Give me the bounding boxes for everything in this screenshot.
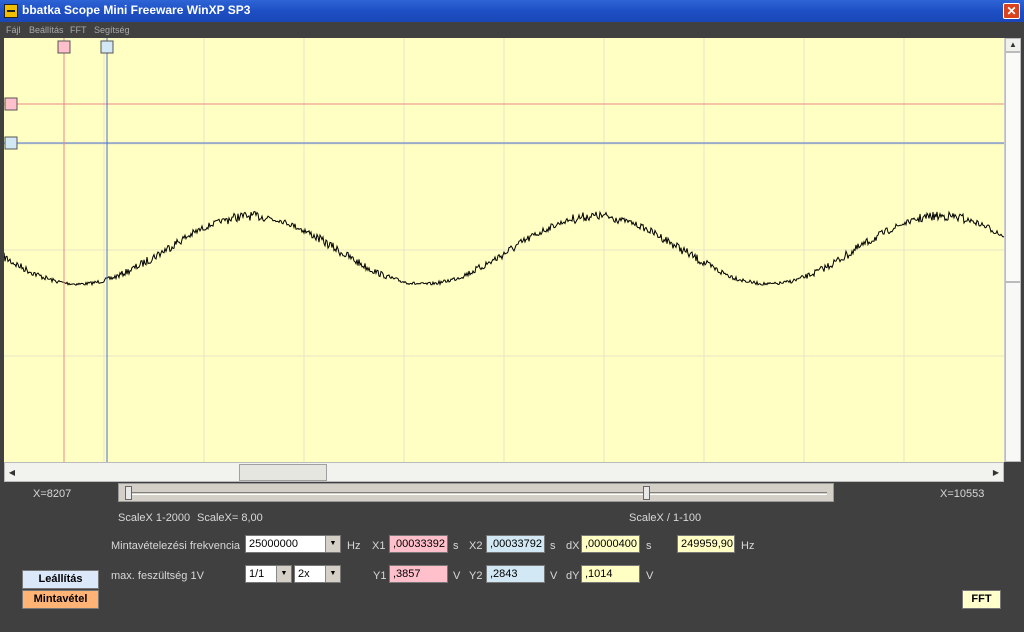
chevron-down-icon[interactable]: ▼ xyxy=(325,566,340,582)
scalex-range-label: ScaleX 1-2000 xyxy=(118,512,191,524)
dx-label: dX xyxy=(566,540,580,552)
sampling-frequency-select[interactable]: 25000000 ▼ xyxy=(245,535,341,553)
menu-bar: Fájl Beállítás FFT Segítség xyxy=(0,22,1024,38)
dx-unit: s xyxy=(646,540,652,552)
x-left-readout: X=8207 xyxy=(33,488,72,500)
cursor-y1-handle[interactable] xyxy=(4,97,18,111)
scroll-left-icon[interactable]: ◀ xyxy=(6,465,18,480)
scope-canvas[interactable] xyxy=(4,38,1004,462)
voltage-gain-select[interactable]: 2x ▼ xyxy=(294,565,341,583)
x-right-readout: X=10553 xyxy=(940,488,985,500)
dy-field[interactable]: ,1014 xyxy=(581,565,640,583)
y1-unit: V xyxy=(453,570,461,582)
scroll-up-icon[interactable]: ▲ xyxy=(1005,38,1021,52)
scalex-slider-panel xyxy=(118,483,834,502)
stop-button[interactable]: Leállítás xyxy=(22,570,99,589)
app-icon xyxy=(4,4,18,18)
menu-file[interactable]: Fájl xyxy=(6,25,21,35)
cursor-y2-handle[interactable] xyxy=(4,136,18,150)
vertical-scrollbar[interactable]: ▲ xyxy=(1004,38,1021,462)
sample-button[interactable]: Mintavétel xyxy=(22,590,99,609)
y2-unit: V xyxy=(550,570,558,582)
sampling-frequency-value: 25000000 xyxy=(249,538,298,550)
slider-track xyxy=(129,492,827,495)
close-button[interactable]: ✕ xyxy=(1003,3,1020,19)
frequency-unit: Hz xyxy=(741,540,755,552)
cursor-x1-handle[interactable] xyxy=(57,40,71,54)
sampling-unit: Hz xyxy=(347,540,361,552)
x2-label: X2 xyxy=(469,540,483,552)
y2-field[interactable]: ,2843 xyxy=(486,565,545,583)
scope-plot[interactable] xyxy=(4,38,1004,462)
window-title: bbatka Scope Mini Freeware WinXP SP3 xyxy=(22,3,251,17)
scalex-slider-knob[interactable] xyxy=(125,486,132,500)
vertical-scroll-track[interactable] xyxy=(1005,282,1021,462)
x1-label: X1 xyxy=(372,540,386,552)
y1-field[interactable]: ,3857 xyxy=(389,565,448,583)
sampling-frequency-label: Mintavételezési frekvencia xyxy=(111,540,241,552)
menu-help[interactable]: Segítség xyxy=(94,25,130,35)
scroll-right-icon[interactable]: ▶ xyxy=(990,465,1002,480)
horizontal-scrollbar[interactable]: ◀ ▶ xyxy=(4,462,1004,482)
scalex-div-slider-knob[interactable] xyxy=(643,486,650,500)
dx-field[interactable]: ,00000400 xyxy=(581,535,640,553)
x1-field[interactable]: ,00033392 xyxy=(389,535,448,553)
max-voltage-label: max. feszültség 1V xyxy=(111,570,204,582)
x2-unit: s xyxy=(550,540,556,552)
vertical-scroll-thumb[interactable] xyxy=(1005,52,1021,282)
x1-unit: s xyxy=(453,540,459,552)
voltage-ratio-select[interactable]: 1/1 ▼ xyxy=(245,565,292,583)
x2-field[interactable]: ,00033792 xyxy=(486,535,545,553)
voltage-gain-value: 2x xyxy=(298,568,310,580)
menu-settings[interactable]: Beállítás xyxy=(29,25,64,35)
frequency-readout[interactable]: 249959,90 xyxy=(677,535,735,553)
horizontal-scroll-thumb[interactable] xyxy=(239,464,327,481)
menu-fft[interactable]: FFT xyxy=(70,25,87,35)
dy-label: dY xyxy=(566,570,580,582)
y2-label: Y2 xyxy=(469,570,483,582)
dy-unit: V xyxy=(646,570,654,582)
chevron-down-icon[interactable]: ▼ xyxy=(276,566,291,582)
scalex-value-label: ScaleX= 8,00 xyxy=(197,512,263,524)
voltage-ratio-value: 1/1 xyxy=(249,568,265,580)
title-bar: bbatka Scope Mini Freeware WinXP SP3 ✕ xyxy=(0,0,1024,22)
y1-label: Y1 xyxy=(373,570,387,582)
cursor-x2-handle[interactable] xyxy=(100,40,114,54)
scalex-div-label: ScaleX / 1-100 xyxy=(629,512,702,524)
fft-button[interactable]: FFT xyxy=(962,590,1001,609)
chevron-down-icon[interactable]: ▼ xyxy=(325,536,340,552)
